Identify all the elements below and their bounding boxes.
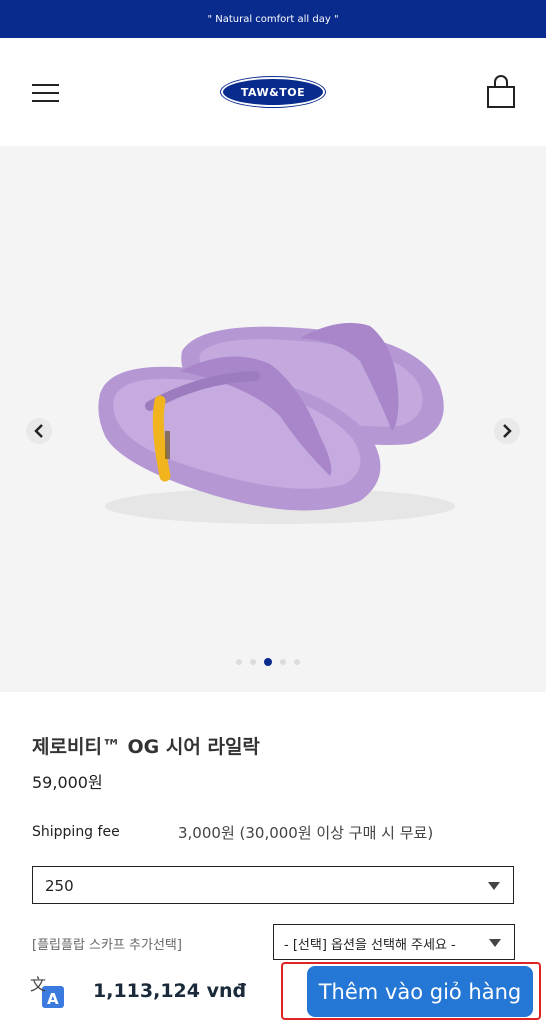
size-select[interactable]: 250 (32, 866, 514, 904)
gallery-next-button[interactable] (494, 418, 520, 444)
site-header: TAW&TOE (0, 38, 546, 146)
total-price: 1,113,124 vnđ (93, 980, 247, 1002)
scarf-option-value: - [선택] 옵션을 선택해 주세요 - (284, 938, 456, 953)
shopping-bag-icon[interactable] (485, 75, 517, 109)
logo-text: TAW&TOE (240, 85, 306, 99)
brand-logo[interactable]: TAW&TOE (221, 77, 325, 107)
gallery-dot[interactable] (250, 659, 256, 665)
hamburger-menu-icon[interactable] (32, 82, 60, 104)
product-title: 제로비티™ OG 시어 라일락 (32, 736, 260, 758)
caret-down-icon (489, 939, 501, 947)
gallery-dot[interactable] (280, 659, 286, 665)
translate-icon-glyph: 文 (30, 975, 46, 994)
shipping-fee-value: 3,000원 (30,000원 이상 구매 시 무료) (178, 824, 434, 842)
scarf-option-label: [플립플랍 스카프 추가선택] (32, 938, 182, 953)
shipping-fee-label: Shipping fee (32, 824, 120, 840)
product-price: 59,000원 (32, 773, 103, 792)
chevron-right-icon (503, 424, 512, 438)
gallery-dot-active[interactable] (264, 658, 272, 666)
size-select-value: 250 (45, 877, 74, 895)
gallery-dot[interactable] (236, 659, 242, 665)
gallery-pagination (236, 658, 300, 666)
chevron-left-icon (34, 424, 43, 438)
gallery-dot[interactable] (294, 659, 300, 665)
caret-down-icon (488, 882, 500, 890)
translate-icon[interactable]: 文 A (28, 972, 66, 1010)
scarf-option-select[interactable]: - [선택] 옵션을 선택해 주세요 - (273, 924, 515, 960)
translate-icon-letter: A (47, 990, 59, 1008)
announcement-bar: " Natural comfort all day " (0, 0, 546, 38)
add-to-cart-button[interactable]: Thêm vào giỏ hàng (307, 966, 533, 1017)
gallery-prev-button[interactable] (26, 418, 52, 444)
product-image-gallery[interactable] (0, 146, 546, 692)
announcement-text: " Natural comfort all day " (207, 13, 339, 25)
product-image (98, 322, 455, 524)
